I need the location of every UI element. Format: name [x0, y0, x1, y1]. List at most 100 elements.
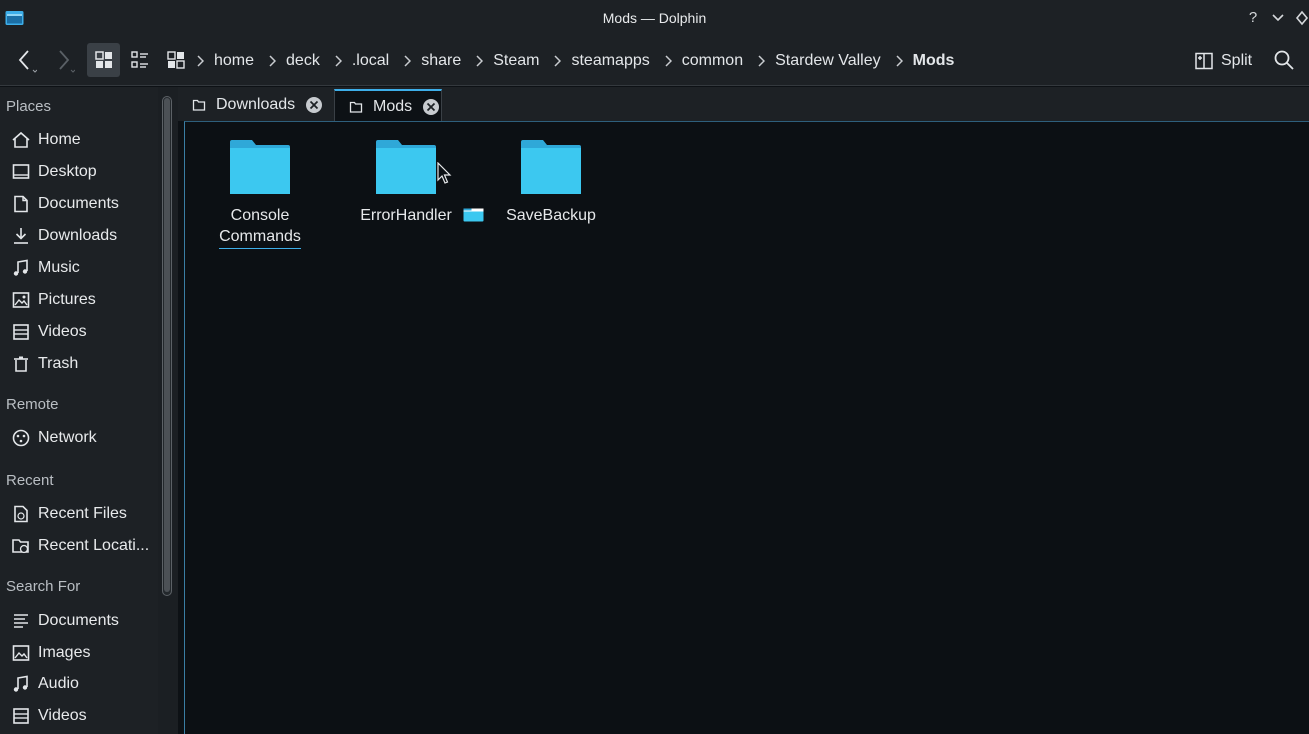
- section-heading: Remote: [6, 396, 59, 413]
- split-icon: [1195, 52, 1213, 70]
- sidebar-item[interactable]: Recent Files: [11, 502, 127, 526]
- breadcrumb-label: home: [214, 52, 255, 69]
- sidebar-item[interactable]: Audio: [11, 672, 79, 696]
- chevron-right-icon: [334, 49, 342, 73]
- breadcrumb-item[interactable]: Steam: [475, 49, 553, 73]
- breadcrumb-item[interactable]: .local: [334, 49, 403, 73]
- compact-view-button[interactable]: [124, 43, 156, 77]
- file-view[interactable]: Console Commands ErrorHandler SaveBackup: [184, 121, 1309, 734]
- breadcrumb-item[interactable]: Mods: [895, 49, 969, 73]
- sidebar-item-label: Audio: [38, 675, 79, 692]
- breadcrumb-item[interactable]: deck: [268, 49, 334, 73]
- split-button[interactable]: Split: [1195, 49, 1252, 73]
- breadcrumb-item[interactable]: steamapps: [553, 49, 663, 73]
- sidebar-item-label: Music: [38, 259, 80, 276]
- sidebar-item[interactable]: Pictures: [11, 288, 96, 312]
- breadcrumb-label: share: [421, 52, 462, 69]
- tab-downloads[interactable]: Downloads: [178, 89, 334, 120]
- images-icon: [11, 643, 31, 663]
- breadcrumb-label: .local: [351, 52, 390, 69]
- home-icon: [11, 130, 31, 150]
- breadcrumb-label: Mods: [912, 52, 955, 69]
- sidebar-item-label: Desktop: [38, 163, 97, 180]
- breadcrumb-item[interactable]: Stardew Valley: [757, 49, 895, 73]
- chevron-right-icon: [475, 49, 484, 73]
- recent-files-icon: [11, 504, 31, 524]
- breadcrumb-label: common: [681, 52, 744, 69]
- sidebar-item[interactable]: Videos: [11, 704, 87, 728]
- folder-tab-icon: [349, 101, 363, 113]
- chevron-right-icon: [757, 49, 766, 73]
- file-name: ErrorHandler: [360, 207, 452, 224]
- folder-tab-icon: [192, 99, 206, 111]
- forward-button[interactable]: [46, 43, 80, 77]
- toolbar: home deck .local share Steam steamapps common S…: [0, 36, 1309, 86]
- forward-icon: [59, 50, 75, 73]
- icons-view-button[interactable]: [87, 43, 120, 77]
- search-button[interactable]: [1272, 49, 1296, 73]
- compact-view-icon: [131, 51, 148, 68]
- close-tab-icon[interactable]: [305, 96, 323, 114]
- sidebar-item-label: Images: [38, 644, 91, 661]
- sidebar-item[interactable]: Documents: [11, 192, 119, 216]
- sidebar-scrollbar[interactable]: [160, 96, 174, 596]
- pictures-icon: [11, 290, 31, 310]
- videos-icon: [11, 706, 31, 726]
- sidebar-item[interactable]: Documents: [11, 609, 119, 633]
- sidebar-item[interactable]: Network: [11, 426, 97, 450]
- file-name-line: Commands: [219, 228, 301, 245]
- open-folder-hint-icon[interactable]: [463, 208, 484, 222]
- breadcrumb-item[interactable]: common: [664, 49, 757, 73]
- chevron-right-icon: [403, 49, 412, 73]
- sidebar-item[interactable]: Music: [11, 256, 80, 280]
- sidebar-item-label: Recent Locati...: [38, 537, 150, 554]
- trash-icon: [11, 354, 31, 374]
- sidebar-item[interactable]: Downloads: [11, 224, 117, 248]
- icons-view-icon: [94, 51, 112, 68]
- details-view-button[interactable]: [160, 43, 192, 77]
- sidebar-item[interactable]: Home: [11, 128, 81, 152]
- downloads-icon: [11, 226, 31, 246]
- tab-mods[interactable]: Mods: [334, 89, 442, 122]
- folder-icon: [230, 140, 290, 194]
- breadcrumb-item[interactable]: home: [196, 49, 268, 73]
- section-heading: Places: [6, 98, 52, 115]
- sidebar-item[interactable]: Trash: [11, 352, 78, 376]
- back-button[interactable]: [8, 43, 42, 77]
- documents-icon: [11, 194, 31, 214]
- folder-item[interactable]: Console Commands: [200, 138, 320, 249]
- sidebar-item-label: Network: [38, 429, 97, 446]
- sidebar-item-label: Documents: [38, 195, 119, 212]
- sidebar-item[interactable]: Images: [11, 641, 90, 665]
- breadcrumb: home deck .local share Steam steamapps common S…: [196, 49, 968, 73]
- close-tab-icon[interactable]: [422, 98, 440, 116]
- chevron-right-icon: [664, 49, 672, 73]
- tab-bar: Downloads Mods: [178, 87, 1309, 122]
- sidebar-item[interactable]: Videos: [11, 320, 87, 344]
- minimize-icon[interactable]: [1269, 8, 1287, 28]
- file-name: SaveBackup: [506, 207, 596, 224]
- places-panel: Places Home Desktop Documents Downloads Music…: [0, 87, 158, 734]
- breadcrumb-label: Stardew Valley: [775, 52, 881, 69]
- split-label: Split: [1221, 52, 1253, 69]
- network-icon: [11, 428, 31, 448]
- scrollbar-thumb[interactable]: [164, 98, 170, 592]
- folder-icon: [376, 140, 436, 194]
- folder-icon: [521, 140, 581, 194]
- sidebar-item[interactable]: Desktop: [11, 160, 97, 184]
- breadcrumb-label: Steam: [493, 52, 540, 69]
- sidebar-item-label: Videos: [38, 323, 87, 340]
- help-icon[interactable]: ?: [1244, 8, 1262, 28]
- sidebar-item[interactable]: Recent Locati...: [11, 534, 149, 558]
- breadcrumb-item[interactable]: share: [403, 49, 475, 73]
- sidebar-item-label: Recent Files: [38, 505, 127, 522]
- chevron-right-icon: [553, 49, 562, 73]
- folder-item[interactable]: SaveBackup: [491, 138, 611, 226]
- sidebar-item-label: Pictures: [38, 291, 96, 308]
- file-name-line: Console: [230, 207, 290, 224]
- sidebar-item-label: Videos: [38, 707, 87, 724]
- music-icon: [11, 258, 31, 278]
- search-icon: [1274, 50, 1294, 70]
- desktop-icon: [11, 162, 31, 182]
- keep-above-icon[interactable]: [1293, 8, 1309, 28]
